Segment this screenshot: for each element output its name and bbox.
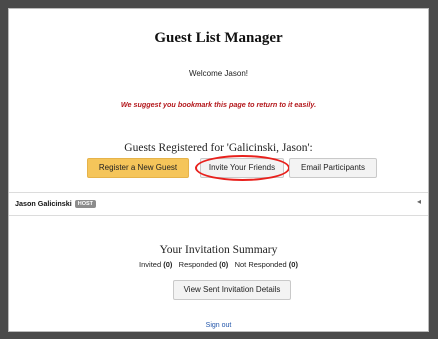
bookmark-note: We suggest you bookmark this page to ret… [120, 100, 317, 109]
divider [9, 192, 428, 193]
invite-friends-button[interactable]: Invite Your Friends [200, 158, 284, 178]
view-invitation-details-button[interactable]: View Sent Invitation Details [173, 280, 291, 300]
responded-label: Responded [178, 260, 218, 269]
guest-row-host[interactable]: Jason Galicinski HOST ◂ [9, 194, 428, 214]
caret-left-icon[interactable]: ◂ [417, 197, 421, 206]
guests-registered-heading: Guests Registered for 'Galicinski, Jason… [124, 142, 313, 154]
invitation-summary-heading: Your Invitation Summary [159, 244, 278, 256]
host-name: Jason Galicinski [15, 199, 72, 208]
invitation-counts: Invited (0) Responded (0) Not Responded … [9, 260, 428, 269]
register-guest-button[interactable]: Register a New Guest [87, 158, 189, 178]
guest-list-panel: Guest List Manager Welcome Jason! We sug… [8, 8, 429, 332]
not-responded-label: Not Responded [234, 260, 287, 269]
not-responded-count: (0) [288, 260, 298, 269]
host-name-text: Jason Galicinski HOST [15, 199, 97, 208]
welcome-message: Welcome Jason! [189, 69, 248, 78]
invited-count: (0) [163, 260, 173, 269]
host-badge: HOST [74, 200, 97, 208]
invited-label: Invited [139, 260, 162, 269]
responded-count: (0) [219, 260, 229, 269]
divider [9, 215, 428, 216]
email-participants-button[interactable]: Email Participants [289, 158, 377, 178]
sign-out-link[interactable]: Sign out [9, 322, 428, 329]
page-title: Guest List Manager [154, 30, 283, 46]
